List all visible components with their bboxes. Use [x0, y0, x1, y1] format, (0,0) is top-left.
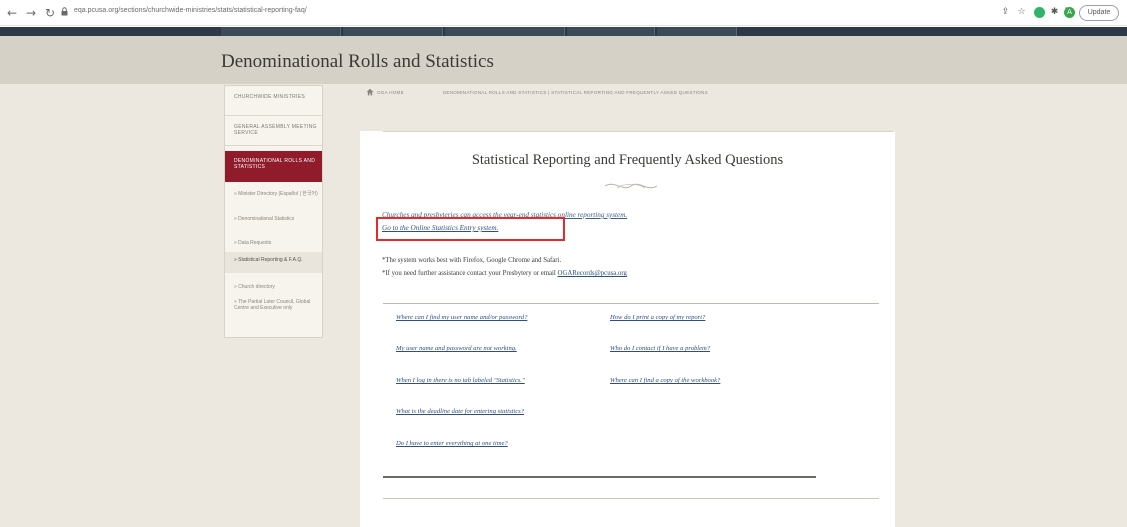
star-icon[interactable]: ☆ [1016, 7, 1027, 18]
site-nav-tab[interactable] [567, 27, 655, 36]
bottom-rule [383, 476, 816, 478]
email-link[interactable]: OGARecords@pcusa.org [558, 270, 627, 277]
flourish-ornament-icon [604, 183, 658, 189]
sidebar-subitem-minister-directory[interactable]: » Minister Directory (Español | 한국어) [234, 191, 320, 197]
extension-icon[interactable] [1034, 7, 1045, 18]
faq-link[interactable]: What is the deadline date for entering s… [396, 408, 524, 415]
faq-link[interactable]: My user name and password are not workin… [396, 345, 517, 352]
sidebar-subitem-denominational-statistics[interactable]: » Denominational Statistics [234, 216, 320, 222]
faq-divider [383, 303, 879, 304]
section-heading: Statistical Reporting and Frequently Ask… [471, 152, 784, 168]
back-icon[interactable]: ← [4, 5, 20, 21]
reload-icon[interactable]: ↻ [42, 5, 58, 21]
address-bar[interactable]: eqa.pcusa.org/sections/churchwide-minist… [74, 7, 307, 14]
faq-link[interactable]: How do I print a copy of my report? [610, 314, 705, 321]
content-divider [383, 131, 894, 132]
sidebar-item-denominational-rolls[interactable]: DENOMINATIONAL ROLLS AND STATISTICS [225, 151, 322, 182]
profile-avatar[interactable]: A [1064, 7, 1075, 18]
site-top-nav [0, 27, 1127, 36]
sidebar-item-general-assembly[interactable]: GENERAL ASSEMBLY MEETING SERVICE [225, 124, 322, 146]
breadcrumb-trail: DENOMINATIONAL ROLLS AND STATISTICS | ST… [443, 90, 708, 95]
faq-link[interactable]: Where can I find a copy of the workbook? [610, 377, 720, 384]
site-nav-tab[interactable] [221, 27, 341, 36]
sidebar-subitem-statistical-reporting[interactable]: » Statistical Reporting & F.A.Q. [234, 257, 320, 263]
browser-toolbar: ← → ↻ eqa.pcusa.org/sections/churchwide-… [0, 0, 1127, 26]
sidebar-subitem-church-directory[interactable]: » Church directory [234, 284, 320, 290]
sidebar-subitem-partial-later-council[interactable]: » The Partial Later Council, Global Cent… [234, 299, 320, 311]
assistance-note: *If you need further assistance contact … [382, 270, 627, 277]
home-icon [366, 88, 374, 96]
page-title: Denominational Rolls and Statistics [221, 51, 494, 72]
faq-link[interactable]: Who do I contact if I have a problem? [610, 345, 710, 352]
faq-link[interactable]: Where can I find my user name and/or pas… [396, 314, 527, 321]
bottom-divider [383, 498, 879, 499]
forward-icon[interactable]: → [23, 5, 39, 21]
online-statistics-entry-link[interactable]: Go to the Online Statistics Entry system… [382, 224, 498, 232]
sidebar-item-churchwide-ministries[interactable]: CHURCHWIDE MINISTRIES [225, 94, 322, 116]
lock-icon [61, 7, 68, 16]
sidebar-subitem-data-requests[interactable]: » Data Requests [234, 240, 320, 246]
header-band [0, 36, 1127, 84]
breadcrumb-home-link[interactable]: OGA HOME [377, 90, 404, 95]
site-nav-tab[interactable] [657, 27, 737, 36]
sidebar-item-label: DENOMINATIONAL ROLLS AND STATISTICS [234, 158, 316, 170]
share-icon[interactable]: ⇪ [1000, 7, 1011, 18]
sidebar: CHURCHWIDE MINISTRIES GENERAL ASSEMBLY M… [224, 85, 323, 338]
browser-note: *The system works best with Firefox, Goo… [382, 257, 562, 264]
assistance-note-text: *If you need further assistance contact … [382, 270, 558, 277]
site-nav-tab[interactable] [445, 27, 565, 36]
faq-link[interactable]: Do I have to enter everything at one tim… [396, 440, 508, 447]
faq-link[interactable]: When I log in there is no tab labeled "S… [396, 377, 525, 384]
site-nav-tab[interactable] [343, 27, 443, 36]
update-button[interactable]: Update [1079, 5, 1119, 21]
puzzle-icon[interactable]: ✱ [1049, 7, 1060, 18]
